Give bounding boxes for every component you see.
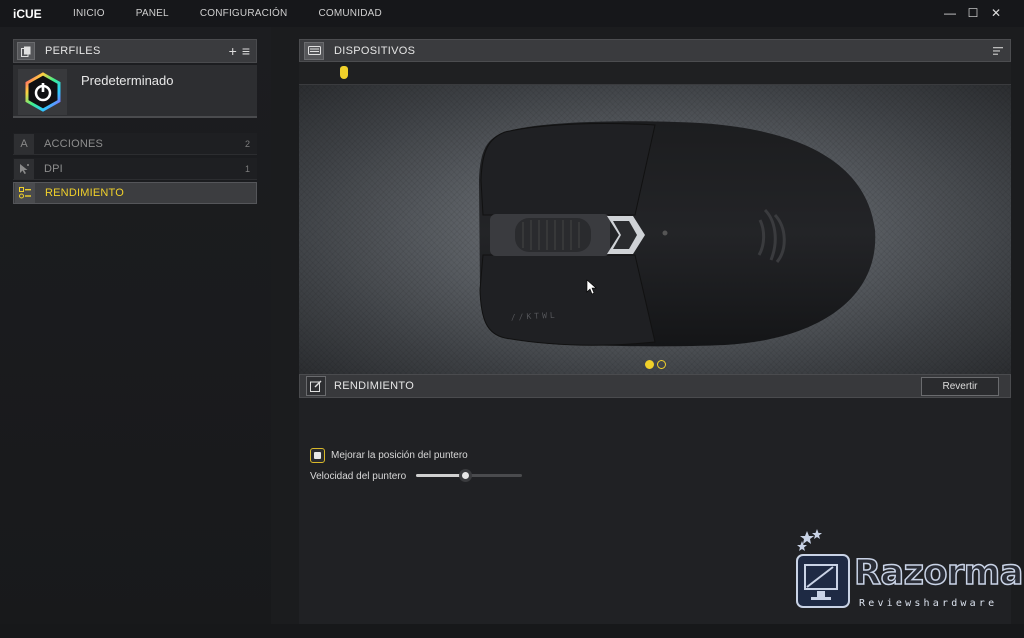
hamburger-icon[interactable]: ≡ xyxy=(242,43,250,59)
razorman-watermark: Razorman Reviewshardware xyxy=(793,527,1024,619)
sidebar-item-label: DPI xyxy=(44,162,63,175)
profile-card[interactable]: Predeterminado xyxy=(13,65,257,118)
profiles-title: PERFILES xyxy=(45,45,101,57)
sidebar-item-label: RENDIMIENTO xyxy=(45,187,125,199)
settings-list-icon xyxy=(15,183,35,203)
pointer-speed-label: Velocidad del puntero xyxy=(310,471,407,482)
sidebar-item-acciones[interactable]: A ACCIONES 2 xyxy=(13,133,257,155)
a-letter-icon: A xyxy=(14,133,34,154)
performance-header: RENDIMIENTO Revertir xyxy=(299,374,1011,398)
slider-thumb[interactable] xyxy=(459,469,473,482)
left-panel: PERFILES + ≡ Predeterminado A ACCIONES 2… xyxy=(0,27,271,638)
mouse-device-icon[interactable] xyxy=(340,66,348,79)
close-button[interactable]: ✕ xyxy=(990,6,1002,20)
profiles-icon xyxy=(17,42,35,60)
edit-icon xyxy=(306,376,326,396)
nav-comunidad[interactable]: COMUNIDAD xyxy=(318,8,381,19)
pointer-precision-label: Mejorar la posición del puntero xyxy=(331,450,468,461)
page-dot-2[interactable] xyxy=(657,360,666,369)
revert-button[interactable]: Revertir xyxy=(921,377,999,396)
pointer-precision-row: Mejorar la posición del puntero xyxy=(310,448,468,463)
device-view: //KTWL xyxy=(299,85,1011,374)
sidebar-item-rendimiento[interactable]: RENDIMIENTO xyxy=(13,182,257,204)
nav-configuracion[interactable]: CONFIGURACIÓN xyxy=(200,8,288,19)
watermark-brand: Razorman xyxy=(853,552,1024,594)
mouse-image: //KTWL xyxy=(479,121,876,347)
profile-name: Predeterminado xyxy=(81,73,174,88)
icue-logo-icon xyxy=(18,69,67,115)
devices-menu-icon[interactable] xyxy=(993,44,1003,58)
devices-header: DISPOSITIVOS xyxy=(299,39,1011,62)
sidebar-item-label: ACCIONES xyxy=(44,137,104,150)
minimize-button[interactable]: — xyxy=(944,6,956,20)
cursor-icon xyxy=(14,158,34,179)
device-selector-strip xyxy=(299,62,1011,85)
sidebar-item-dpi[interactable]: DPI 1 xyxy=(13,158,257,180)
checkbox-mark-icon xyxy=(314,452,321,459)
devices-title: DISPOSITIVOS xyxy=(334,44,416,57)
profiles-header: PERFILES + ≡ xyxy=(13,39,257,63)
pointer-precision-checkbox[interactable] xyxy=(310,448,325,463)
plus-icon[interactable]: + xyxy=(229,43,237,59)
nav-panel[interactable]: PANEL xyxy=(136,8,169,19)
monitor-logo-icon xyxy=(796,529,850,608)
sidebar-item-count: 1 xyxy=(244,163,250,174)
device-pager xyxy=(645,360,666,369)
keyboard-icon xyxy=(304,41,324,60)
window-controls: — ☐ ✕ xyxy=(944,6,1002,20)
watermark-sub: Reviewshardware xyxy=(859,598,998,609)
performance-title: RENDIMIENTO xyxy=(334,380,415,392)
pointer-speed-slider[interactable] xyxy=(416,469,522,482)
sidebar-item-count: 2 xyxy=(244,138,250,149)
bottom-strip xyxy=(0,624,1024,638)
page-dot-1[interactable] xyxy=(645,360,654,369)
nav-inicio[interactable]: INICIO xyxy=(73,8,105,19)
app-name: iCUE xyxy=(13,6,42,21)
title-bar: iCUE INICIO PANEL CONFIGURACIÓN COMUNIDA… xyxy=(0,0,1024,27)
maximize-button[interactable]: ☐ xyxy=(967,6,979,20)
